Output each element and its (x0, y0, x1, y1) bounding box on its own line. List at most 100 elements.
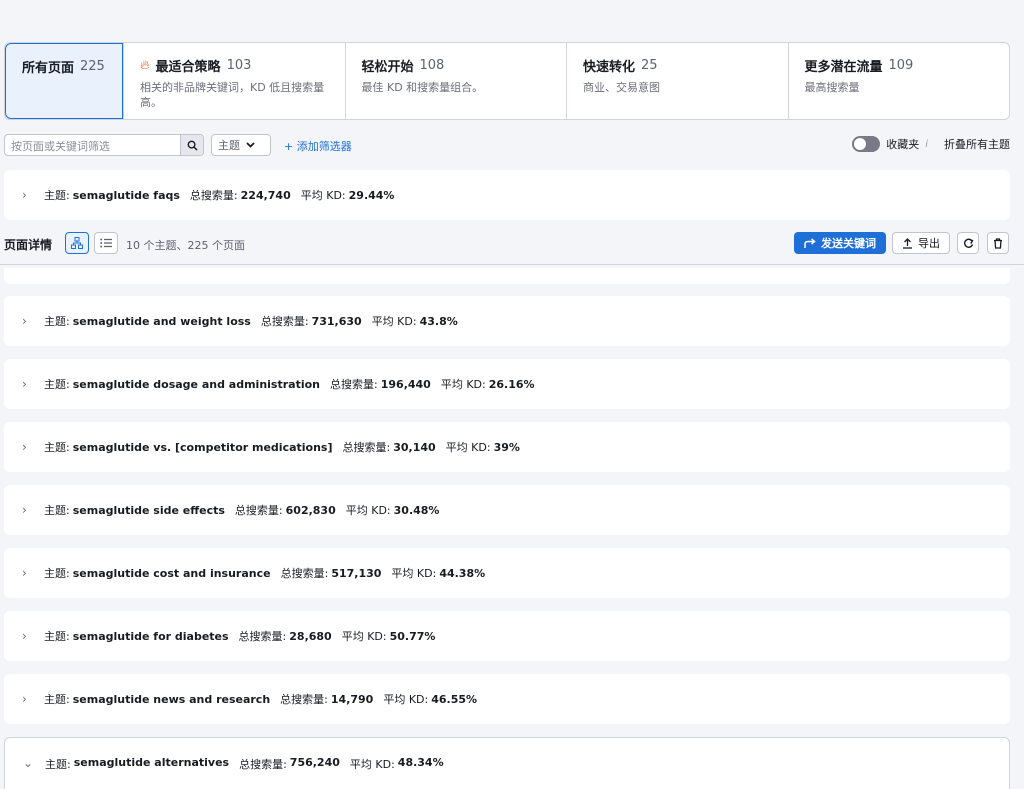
topic-prefix: 主题: (44, 378, 70, 391)
topic-prefix: 主题: (44, 315, 70, 328)
topic-row[interactable]: › 主题: semaglutide side effects 总搜索量: 602… (4, 485, 1010, 535)
fire-icon: 🔥︎ (140, 58, 150, 73)
tab-count: 108 (419, 58, 445, 73)
tab-count: 109 (888, 58, 914, 73)
kd-prefix: 平均 KD: (391, 567, 437, 580)
list-icon (100, 238, 112, 248)
collapse-all-button[interactable]: 折叠所有主题 (944, 136, 1010, 152)
export-button[interactable]: 导出 (892, 232, 950, 254)
send-keywords-button[interactable]: 发送关键词 (794, 232, 886, 254)
topic-page-count: 10 个主题、225 个页面 (126, 239, 245, 252)
tab-title: 更多潜在流量 (804, 60, 883, 75)
topic-row[interactable]: › 主题: semaglutide and weight loss 总搜索量: … (4, 296, 1010, 346)
tab-title: 轻松开始 (361, 60, 414, 75)
topic-name: semaglutide news and research (72, 692, 271, 706)
kd-prefix: 平均 KD: (349, 758, 395, 771)
topic-row[interactable]: › 主题: semaglutide news and research 总搜索量… (4, 674, 1010, 724)
tab-easy-start[interactable]: 轻松开始 108 最佳 KD 和搜索量组合。 (344, 43, 567, 119)
info-icon[interactable]: i (925, 139, 928, 150)
search-input[interactable] (5, 136, 189, 155)
chevron-down-icon[interactable]: ⌄ (23, 756, 39, 770)
add-filter-button[interactable]: + 添加筛选器 (284, 138, 352, 154)
tab-description: 最佳 KD 和搜索量组合。 (361, 81, 484, 94)
tab-quick-conversion[interactable]: 快速转化 25 商业、交易意图 (566, 43, 788, 119)
topic-name: semaglutide cost and insurance (72, 566, 271, 580)
kd-prefix: 平均 KD: (445, 441, 491, 454)
tab-title: 快速转化 (583, 60, 636, 75)
upload-icon (903, 237, 912, 249)
kd-value: 46.55% (431, 692, 478, 706)
topic-dropdown-label: 主题 (218, 139, 240, 152)
topic-row[interactable]: › 主题: semaglutide for diabetes 总搜索量: 28,… (4, 611, 1010, 661)
share-arrow-icon (804, 237, 816, 248)
kd-value: 30.48% (393, 503, 440, 517)
topic-prefix: 主题: (44, 504, 70, 517)
delete-button[interactable] (987, 232, 1009, 254)
volume-prefix: 总搜索量: (280, 567, 329, 580)
tab-description: 商业、交易意图 (583, 81, 660, 94)
chevron-right-icon[interactable]: › (22, 629, 38, 643)
right-controls: 收藏夹 i 折叠所有主题 (852, 136, 1010, 152)
kd-value: 39% (493, 440, 520, 454)
search-button[interactable] (180, 135, 203, 155)
kd-prefix: 平均 KD: (345, 504, 391, 517)
filter-bar: 主题 + 添加筛选器 收藏夹 i 折叠所有主题 (4, 134, 1010, 158)
tab-more-traffic[interactable]: 更多潜在流量 109 最高搜索量 (787, 43, 1010, 119)
chevron-right-icon[interactable]: › (22, 440, 38, 454)
chevron-right-icon[interactable]: › (22, 566, 38, 580)
topic-row[interactable]: › 主题: semaglutide cost and insurance 总搜索… (4, 548, 1010, 598)
kd-prefix: 平均 KD: (440, 378, 486, 391)
volume-value: 196,440 (380, 377, 431, 391)
strategy-tabs: 所有页面 225 🔥︎ 最适合策略 103 相关的非品牌关键词，KD 低且搜索量… (4, 42, 1010, 120)
chevron-right-icon[interactable]: › (22, 188, 38, 202)
tab-title: 所有页面 (22, 61, 75, 76)
topic-dropdown[interactable]: 主题 (211, 134, 271, 156)
topic-name: semaglutide for diabetes (72, 629, 229, 643)
topic-name: semaglutide side effects (72, 503, 225, 517)
favorites-toggle[interactable] (852, 136, 881, 152)
search-icon (187, 140, 198, 151)
volume-value: 731,630 (311, 314, 362, 328)
volume-value: 224,740 (240, 188, 291, 202)
topic-prefix: 主题: (45, 758, 71, 771)
send-keywords-label: 发送关键词 (821, 237, 876, 250)
chevron-right-icon[interactable]: › (22, 377, 38, 391)
page-details-bar: 页面详情 10 个主题、225 个页面 发送关键词 导出 (0, 228, 1024, 265)
topic-prefix: 主题: (44, 567, 70, 580)
kd-value: 26.16% (488, 377, 535, 391)
volume-value: 30,140 (393, 440, 436, 454)
volume-value: 28,680 (289, 629, 332, 643)
tab-description: 相关的非品牌关键词，KD 低且搜索量高。 (140, 81, 325, 109)
topic-row[interactable]: › 主题: semaglutide vs. [competitor medica… (4, 422, 1010, 472)
topic-prefix: 主题: (44, 189, 70, 202)
volume-value: 756,240 (289, 756, 340, 769)
topic-row-expanded[interactable]: ⌄ 主题: semaglutide alternatives 总搜索量: 756… (4, 737, 1010, 789)
topic-row[interactable]: › 主题: semaglutide dosage and administrat… (4, 359, 1010, 409)
kd-value: 48.34% (397, 756, 444, 769)
volume-value: 517,130 (331, 566, 382, 580)
tab-title: 最适合策略 (155, 60, 221, 75)
volume-value: 14,790 (330, 692, 374, 706)
kd-value: 44.38% (439, 566, 486, 580)
topic-name: semaglutide dosage and administration (72, 377, 321, 391)
refresh-button[interactable] (957, 232, 979, 254)
chevron-right-icon[interactable]: › (22, 314, 38, 328)
kd-prefix: 平均 KD: (383, 693, 429, 706)
tab-all-pages[interactable]: 所有页面 225 (5, 43, 123, 119)
volume-prefix: 总搜索量: (342, 441, 391, 454)
view-grouped-button[interactable] (65, 232, 89, 254)
tab-best-strategy[interactable]: 🔥︎ 最适合策略 103 相关的非品牌关键词，KD 低且搜索量高。 (123, 43, 345, 119)
tab-count: 103 (226, 58, 252, 73)
kd-value: 29.44% (348, 188, 395, 202)
chevron-right-icon[interactable]: › (22, 503, 38, 517)
volume-prefix: 总搜索量: (234, 504, 283, 517)
chevron-right-icon[interactable]: › (22, 692, 38, 706)
topic-prefix: 主题: (44, 630, 70, 643)
hierarchy-icon (71, 237, 83, 249)
view-list-button[interactable] (94, 232, 118, 254)
kd-prefix: 平均 KD: (300, 189, 346, 202)
topic-row[interactable]: › 主题: semaglutide faqs 总搜索量: 224,740 平均 … (4, 170, 1010, 220)
search-box (4, 134, 204, 156)
top-spacer (0, 0, 1024, 42)
volume-prefix: 总搜索量: (189, 189, 238, 202)
